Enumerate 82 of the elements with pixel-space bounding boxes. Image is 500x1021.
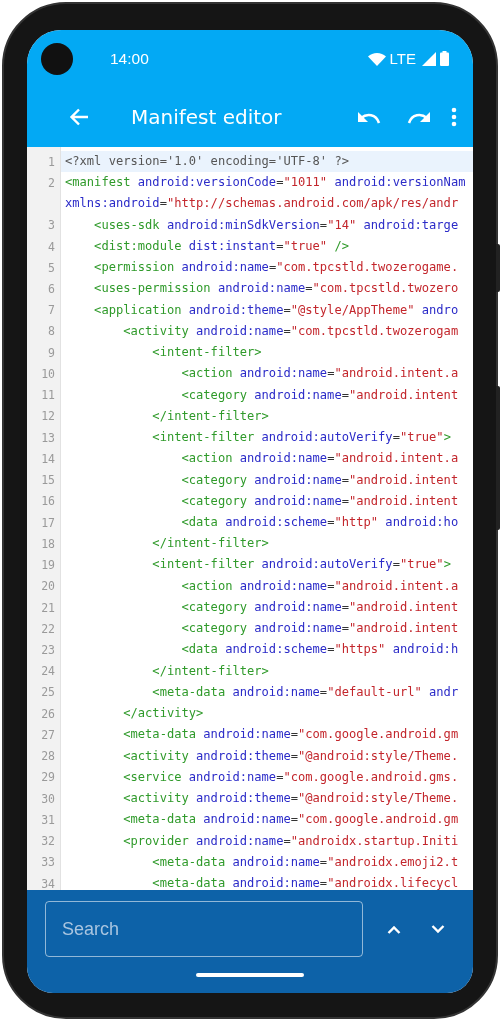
line-number: 2 — [47, 175, 56, 190]
line-number: 33 — [40, 855, 56, 870]
network-label: LTE — [389, 50, 416, 67]
code-line: <application android:theme="@style/AppTheme" andro — [93, 301, 460, 319]
line-number: 27 — [40, 727, 56, 742]
more-options-icon — [451, 107, 457, 127]
code-line: <service android:name="com.google.android.gms. — [122, 768, 460, 786]
code-line: <intent-filter> — [151, 344, 263, 362]
line-number: 24 — [40, 664, 56, 679]
screen-title: Manifest editor — [131, 105, 282, 129]
status-time: 14:00 — [110, 49, 149, 68]
code-line: <activity android:theme="@android:style/Theme. — [122, 790, 460, 808]
line-number: 11 — [40, 388, 56, 403]
code-line: <intent-filter android:autoVerify="true"> — [151, 429, 452, 447]
line-number: 21 — [40, 600, 56, 615]
line-number: 34 — [40, 876, 56, 890]
code-line: <action android:name="android.intent.a — [180, 450, 460, 468]
code-line: <meta-data android:name="default-url" andr — [151, 683, 460, 701]
line-number: 26 — [40, 706, 56, 721]
code-line: <category android:name="android.intent — [180, 492, 460, 510]
line-number: 8 — [47, 324, 56, 339]
line-number: 29 — [40, 770, 56, 785]
back-arrow-icon — [69, 107, 89, 127]
line-number: 15 — [40, 473, 56, 488]
code-line: <meta-data android:name="com.google.android.gm — [122, 811, 460, 829]
redo-icon — [407, 110, 431, 124]
camera-hole — [41, 42, 73, 75]
line-number: 17 — [40, 515, 56, 530]
code-line: </intent-filter> — [151, 535, 270, 553]
line-number: 32 — [40, 834, 56, 849]
code-line: <uses-sdk android:minSdkVersion="14" android:targe — [93, 216, 460, 234]
code-line: <category android:name="android.intent — [180, 386, 460, 404]
code-line: <meta-data android:name="com.google.android.gm — [122, 726, 460, 744]
code-line: xmlns:android="http://schemas.android.com/apk/res/andr — [64, 195, 460, 213]
line-number: 18 — [40, 536, 56, 551]
code-line: <intent-filter android:autoVerify="true"> — [151, 556, 452, 574]
code-line: <activity android:theme="@android:style/Theme. — [122, 747, 460, 765]
line-number: 22 — [40, 621, 56, 636]
code-line: <provider android:name="androidx.startup.Initi — [122, 832, 460, 850]
line-number: 13 — [40, 430, 56, 445]
chevron-up-icon — [387, 924, 401, 934]
code-line: <data android:scheme="https" android:h — [180, 641, 460, 659]
line-number: 9 — [47, 345, 56, 360]
code-line: <category android:name="android.intent — [180, 598, 460, 616]
code-line: <action android:name="android.intent.a — [180, 577, 460, 595]
line-number: 28 — [40, 749, 56, 764]
signal-icon — [422, 51, 436, 66]
line-number: 12 — [40, 409, 56, 424]
line-number: 30 — [40, 791, 56, 806]
line-number: 19 — [40, 558, 56, 573]
code-line: <permission android:name="com.tpcstld.twozerogame. — [93, 259, 460, 277]
wifi-icon — [367, 51, 386, 66]
code-line: </intent-filter> — [151, 662, 270, 680]
line-number: 31 — [40, 812, 56, 827]
code-line: <action android:name="android.intent.a — [180, 365, 460, 383]
code-line: </intent-filter> — [151, 407, 270, 425]
line-number: 16 — [40, 494, 56, 509]
line-number: 7 — [47, 303, 56, 318]
line-number: 23 — [40, 643, 56, 657]
battery-icon — [440, 51, 449, 66]
chevron-down-icon — [431, 924, 445, 934]
code-line: <manifest android:versionCode="1011" android:versionNam — [64, 174, 467, 192]
line-number: 14 — [40, 451, 56, 466]
code-line: <category android:name="android.intent — [180, 620, 460, 638]
search-field[interactable]: Search — [45, 901, 363, 957]
code-line: <category android:name="android.intent — [180, 471, 460, 489]
code-line: <meta-data android:name="androidx.emoji2.t — [151, 853, 460, 871]
code-line: <data android:scheme="http" android:ho — [180, 514, 460, 531]
line-number: 10 — [40, 366, 56, 381]
line-number: 4 — [47, 239, 56, 254]
code-line: <meta-data android:name="androidx.lifecycl — [151, 874, 460, 890]
code-line: <dist:module dist:instant="true" /> — [93, 237, 350, 255]
code-line: <activity android:name="com.tpcstld.twozerogam — [122, 322, 460, 340]
code-line: </activity> — [122, 705, 205, 723]
line-number: 1 — [47, 154, 56, 169]
line-number: 20 — [40, 579, 56, 594]
line-number: 3 — [47, 218, 56, 233]
line-number: 25 — [40, 685, 56, 700]
line-number: 6 — [47, 282, 56, 296]
line-number: 5 — [47, 260, 56, 275]
undo-icon — [357, 110, 381, 124]
code-line: <uses-permission android:name="com.tpcstld.twozero — [93, 280, 460, 298]
